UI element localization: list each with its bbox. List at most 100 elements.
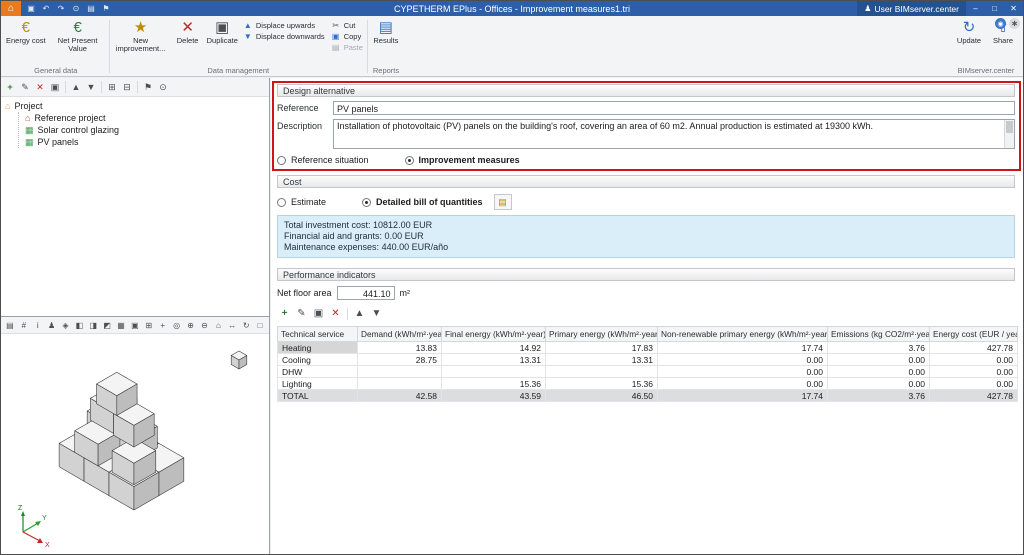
import-icon[interactable]: ⊞ (105, 80, 119, 94)
move-up-icon[interactable]: ▲ (352, 306, 367, 321)
export-icon[interactable]: ⊟ (120, 80, 134, 94)
cell[interactable]: 3.76 (827, 389, 930, 402)
duplicate-button[interactable]: ▣ Duplicate (205, 17, 240, 46)
cell[interactable]: 15.36 (441, 377, 546, 390)
cell[interactable]: 0.00 (657, 365, 828, 378)
edit-icon[interactable]: ✎ (294, 306, 309, 321)
pan-icon[interactable]: ↔ (225, 319, 239, 332)
search-icon[interactable]: ⊙ (156, 80, 170, 94)
measure-icon[interactable]: # (17, 319, 31, 332)
cell[interactable]: 0.00 (827, 353, 930, 366)
print-icon[interactable]: ▤ (84, 2, 98, 15)
cell[interactable]: 0.00 (827, 377, 930, 390)
maximize-button[interactable]: □ (985, 1, 1004, 16)
cell[interactable]: 17.74 (657, 341, 828, 354)
axes-icon[interactable]: + (156, 319, 170, 332)
solid-icon[interactable]: ▣ (128, 319, 142, 332)
cell[interactable]: 15.36 (545, 377, 658, 390)
view-side-icon[interactable]: ◨ (86, 319, 100, 332)
table-row-heating[interactable]: Heating 13.83 14.92 17.83 17.74 3.76 427… (277, 341, 1018, 354)
cell[interactable]: Cooling (277, 353, 358, 366)
frame-icon[interactable]: □ (253, 319, 267, 332)
tree-item-solar-control-glazing[interactable]: ▦ Solar control glazing (25, 124, 265, 136)
edit-icon[interactable]: ✎ (18, 80, 32, 94)
cell[interactable]: 13.83 (357, 341, 442, 354)
title-bar[interactable]: ⌂ ▣ ↶ ↷ ⊙ ▤ ⚑ CYPETHERM EPlus - Offices … (1, 1, 1023, 16)
cell[interactable]: 0.00 (657, 377, 828, 390)
move-down-icon[interactable]: ▼ (369, 306, 384, 321)
figure-icon[interactable]: ♟ (45, 319, 59, 332)
cell[interactable]: Heating (277, 341, 358, 354)
zoom-in-icon[interactable]: ⊕ (184, 319, 198, 332)
update-button[interactable]: ↻ Update (952, 17, 986, 46)
3d-viewport[interactable]: Z Y X (1, 334, 269, 554)
cell[interactable]: 28.75 (357, 353, 442, 366)
redo-icon[interactable]: ↷ (54, 2, 68, 15)
pin-icon[interactable]: ⚑ (141, 80, 155, 94)
cell[interactable]: 13.31 (441, 353, 546, 366)
view-top-icon[interactable]: ◩ (100, 319, 114, 332)
save-icon[interactable]: ▣ (24, 2, 38, 15)
delete-icon[interactable]: ✕ (328, 306, 343, 321)
bill-of-quantities-button[interactable]: ▤ (493, 194, 512, 210)
add-icon[interactable]: + (277, 306, 292, 321)
delete-button[interactable]: ✕ Delete (171, 17, 205, 46)
display-options-icon[interactable]: ▤ (3, 319, 17, 332)
copy-button[interactable]: ▣ Copy (331, 32, 363, 41)
configuration-icon[interactable]: ✱ (1009, 18, 1020, 29)
table-row-cooling[interactable]: Cooling 28.75 13.31 13.31 0.00 0.00 0.00 (277, 353, 1018, 366)
results-button[interactable]: ▤ Results (369, 17, 403, 46)
close-button[interactable]: ✕ (1004, 1, 1023, 16)
displace-upwards-button[interactable]: ▲ Displace upwards (243, 21, 325, 30)
cell[interactable]: DHW (277, 365, 358, 378)
move-down-icon[interactable]: ▼ (84, 80, 98, 94)
cell[interactable]: 0.00 (827, 365, 930, 378)
reference-input[interactable]: PV panels (333, 101, 1015, 115)
energy-cost-button[interactable]: € Energy cost (4, 17, 48, 46)
zoom-fit-icon[interactable]: ⌂ (211, 319, 225, 332)
cell[interactable]: 427.78 (929, 341, 1018, 354)
description-input[interactable]: Installation of photovoltaic (PV) panels… (333, 119, 1015, 149)
cell[interactable]: 13.31 (545, 353, 658, 366)
move-up-icon[interactable]: ▲ (69, 80, 83, 94)
cell[interactable]: 42.58 (357, 389, 442, 402)
cell[interactable]: 427.78 (929, 389, 1018, 402)
zoom-out-icon[interactable]: ⊖ (198, 319, 212, 332)
new-improvement-button[interactable]: ★ New improvement... (111, 17, 171, 54)
app-menu-button[interactable]: ⌂ (1, 1, 21, 16)
duplicate-icon[interactable]: ▣ (311, 306, 326, 321)
cell[interactable] (441, 365, 546, 378)
options-icon[interactable]: ⚑ (99, 2, 113, 15)
wireframe-icon[interactable]: ▦ (114, 319, 128, 332)
tree-item-pv-panels[interactable]: ▦ PV panels (25, 136, 265, 148)
cell[interactable] (357, 365, 442, 378)
description-scrollbar[interactable] (1004, 120, 1014, 148)
duplicate-icon[interactable]: ▣ (48, 80, 62, 94)
table-row-dhw[interactable]: DHW 0.00 0.00 0.00 (277, 365, 1018, 378)
table-row-total[interactable]: TOTAL 42.58 43.59 46.50 17.74 3.76 427.7… (277, 389, 1018, 402)
view-3d-icon[interactable]: ◈ (59, 319, 73, 332)
cell[interactable]: 0.00 (657, 353, 828, 366)
cell[interactable]: 17.83 (545, 341, 658, 354)
reference-situation-radio[interactable] (277, 155, 286, 165)
view-front-icon[interactable]: ◧ (72, 319, 86, 332)
zoom-icon[interactable]: ⊙ (69, 2, 83, 15)
delete-icon[interactable]: ✕ (33, 80, 47, 94)
cell[interactable]: 46.50 (545, 389, 658, 402)
improvement-measures-radio[interactable] (404, 155, 414, 165)
detailed-boq-radio[interactable] (362, 197, 372, 207)
cell[interactable]: 17.74 (657, 389, 828, 402)
camera-icon[interactable]: ◎ (170, 319, 184, 332)
cell[interactable]: 0.00 (929, 377, 1018, 390)
minimize-button[interactable]: – (966, 1, 985, 16)
cell[interactable]: 3.76 (827, 341, 930, 354)
cut-button[interactable]: ✂ Cut (331, 21, 363, 30)
displace-downwards-button[interactable]: ▼ Displace downwards (243, 32, 325, 41)
undo-icon[interactable]: ↶ (39, 2, 53, 15)
net-floor-area-input[interactable]: 441.10 (336, 286, 395, 300)
cell[interactable]: TOTAL (277, 389, 358, 402)
cell[interactable]: 0.00 (929, 365, 1018, 378)
tree-item-reference-project[interactable]: ⌂ Reference project (25, 112, 265, 124)
estimate-radio[interactable] (277, 197, 286, 207)
table-row-lighting[interactable]: Lighting 15.36 15.36 0.00 0.00 0.00 (277, 377, 1018, 390)
